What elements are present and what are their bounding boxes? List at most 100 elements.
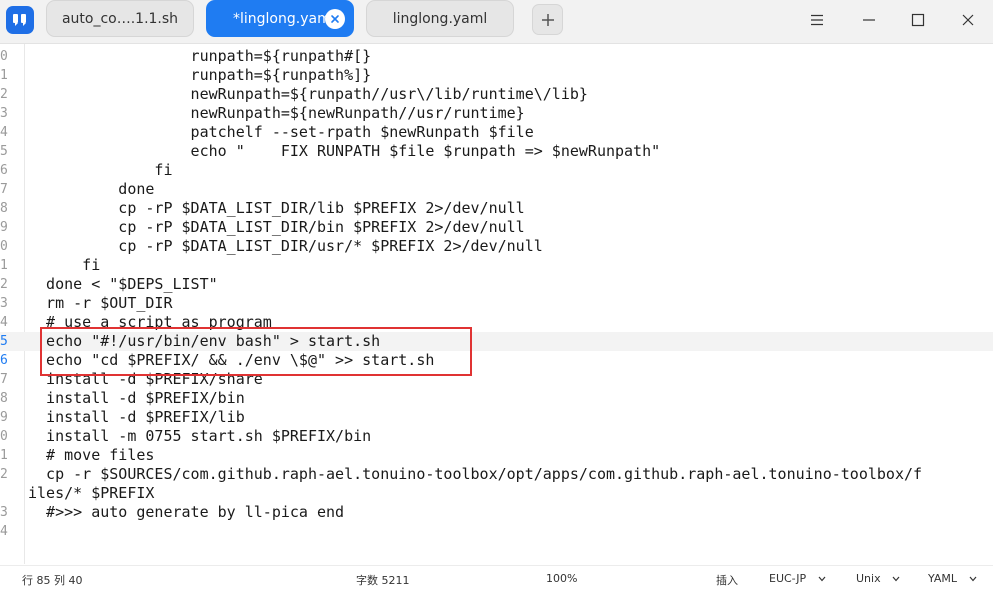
line-number: 5 [0, 144, 8, 159]
code-line[interactable]: 2 done < "$DEPS_LIST" [0, 275, 993, 294]
tab-label: linglong.yaml [392, 10, 488, 27]
line-text: fi [28, 161, 173, 179]
tab-auto-conv[interactable]: auto_co….1.1.sh [46, 0, 194, 37]
tab-linglong-yaml-modified[interactable]: *linglong.yaml [206, 0, 354, 37]
line-text: fi [28, 256, 101, 274]
line-number: 0 [0, 429, 8, 444]
code-line[interactable]: 2 newRunpath=${runpath//usr\/lib/runtime… [0, 85, 993, 104]
line-text: install -d $PREFIX/share [28, 370, 263, 388]
code-line[interactable]: 3 rm -r $OUT_DIR [0, 294, 993, 313]
line-text: echo "cd $PREFIX/ && ./env \$@" >> start… [28, 351, 435, 369]
line-number: 7 [0, 182, 8, 197]
line-text: done < "$DEPS_LIST" [28, 275, 218, 293]
status-bar: 行 85 列 40 字数 5211 100% 插入 EUC-JP Unix YA… [0, 565, 993, 590]
code-line[interactable]: 0 install -m 0755 start.sh $PREFIX/bin [0, 427, 993, 446]
close-icon [962, 14, 974, 26]
app-icon [6, 6, 34, 34]
line-number: 2 [0, 87, 8, 102]
close-window-button[interactable] [955, 8, 981, 32]
line-number: 0 [0, 239, 8, 254]
line-text: cp -rP $DATA_LIST_DIR/bin $PREFIX 2>/dev… [28, 218, 525, 236]
line-ending-label: Unix [856, 572, 881, 585]
line-number: 3 [0, 106, 8, 121]
code-line[interactable]: 4 patchelf --set-rpath $newRunpath $file [0, 123, 993, 142]
maximize-button[interactable] [905, 8, 931, 32]
line-number: 2 [0, 467, 8, 482]
line-number: 6 [0, 163, 8, 178]
code-line[interactable]: iles/* $PREFIX [0, 484, 993, 503]
line-text: install -d $PREFIX/lib [28, 408, 245, 426]
chevron-down-icon [818, 576, 826, 582]
language-select[interactable]: YAML [928, 572, 977, 585]
line-text: install -m 0755 start.sh $PREFIX/bin [28, 427, 372, 445]
maximize-icon [911, 13, 925, 27]
line-text: newRunpath=${runpath//usr\/lib/runtime\/… [28, 85, 588, 103]
code-line[interactable]: 0 cp -rP $DATA_LIST_DIR/usr/* $PREFIX 2>… [0, 237, 993, 256]
code-line[interactable]: 2 cp -r $SOURCES/com.github.raph-ael.ton… [0, 465, 993, 484]
minimize-button[interactable] [856, 8, 882, 32]
code-line[interactable]: 1 # move files [0, 446, 993, 465]
line-text: cp -r $SOURCES/com.github.raph-ael.tonui… [28, 465, 923, 483]
code-line[interactable]: 8 cp -rP $DATA_LIST_DIR/lib $PREFIX 2>/d… [0, 199, 993, 218]
line-number: 6 [0, 353, 8, 368]
line-text: #>>> auto generate by ll-pica end [28, 503, 345, 521]
language-label: YAML [928, 572, 958, 585]
line-number: 2 [0, 277, 8, 292]
code-line[interactable]: 0 runpath=${runpath#[} [0, 47, 993, 66]
chevron-down-icon [969, 576, 976, 582]
close-tab-icon[interactable] [325, 9, 345, 29]
line-number: 4 [0, 524, 8, 539]
code-line[interactable]: 7 install -d $PREFIX/share [0, 370, 993, 389]
add-tab-button[interactable] [532, 4, 563, 35]
line-text: # move files [28, 446, 155, 464]
code-line[interactable]: 5 echo "#!/usr/bin/env bash" > start.sh [0, 332, 993, 351]
code-line[interactable]: 5 echo " FIX RUNPATH $file $runpath => $… [0, 142, 993, 161]
code-line[interactable]: 4 # use a script as program [0, 313, 993, 332]
line-text: echo " FIX RUNPATH $file $runpath => $ne… [28, 142, 661, 160]
tab-label: auto_co….1.1.sh [61, 10, 179, 27]
line-text: rm -r $OUT_DIR [28, 294, 173, 312]
line-text: newRunpath=${newRunpath//usr/runtime} [28, 104, 525, 122]
line-text: runpath=${runpath#[} [28, 47, 372, 65]
line-text: runpath=${runpath%]} [28, 66, 372, 84]
hamburger-icon [811, 14, 823, 26]
line-number: 1 [0, 68, 8, 83]
tab-label: *linglong.yaml [233, 10, 335, 27]
char-count: 字数 5211 [356, 574, 410, 587]
menu-button[interactable] [804, 8, 830, 32]
code-line[interactable]: 9 install -d $PREFIX/lib [0, 408, 993, 427]
code-line[interactable]: 3 #>>> auto generate by ll-pica end [0, 503, 993, 522]
line-text: done [28, 180, 155, 198]
line-number: 4 [0, 125, 8, 140]
cursor-position: 行 85 列 40 [22, 574, 83, 587]
title-bar: auto_co….1.1.sh *linglong.yaml linglong.… [0, 0, 993, 44]
text-editor[interactable]: 0 runpath=${runpath#[} 1 runpath=${runpat… [0, 44, 993, 564]
code-line[interactable]: 6 echo "cd $PREFIX/ && ./env \$@" >> sta… [0, 351, 993, 370]
line-number: 1 [0, 448, 8, 463]
code-line[interactable]: 7 done [0, 180, 993, 199]
line-ending-select[interactable]: Unix [856, 572, 900, 585]
chevron-down-icon [892, 576, 900, 582]
line-number: 8 [0, 391, 8, 406]
insert-mode[interactable]: 插入 [716, 572, 738, 588]
code-line[interactable]: 9 cp -rP $DATA_LIST_DIR/bin $PREFIX 2>/d… [0, 218, 993, 237]
line-number: 9 [0, 220, 8, 235]
code-line[interactable]: 6 fi [0, 161, 993, 180]
line-number: 7 [0, 372, 8, 387]
zoom-level[interactable]: 100% [546, 572, 577, 585]
line-number: 3 [0, 296, 8, 311]
line-text: cp -rP $DATA_LIST_DIR/usr/* $PREFIX 2>/d… [28, 237, 543, 255]
code-line[interactable]: 4 [0, 522, 993, 541]
line-number: 3 [0, 505, 8, 520]
line-text: iles/* $PREFIX [28, 484, 155, 502]
tab-linglong-yaml[interactable]: linglong.yaml [366, 0, 514, 37]
code-line[interactable]: 3 newRunpath=${newRunpath//usr/runtime} [0, 104, 993, 123]
line-text: echo "#!/usr/bin/env bash" > start.sh [28, 332, 381, 350]
encoding-select[interactable]: EUC-JP [769, 572, 826, 585]
line-number: 9 [0, 410, 8, 425]
minimize-icon [863, 19, 875, 21]
code-line[interactable]: 1 fi [0, 256, 993, 275]
code-line[interactable]: 1 runpath=${runpath%]} [0, 66, 993, 85]
code-line[interactable]: 8 install -d $PREFIX/bin [0, 389, 993, 408]
line-number: 0 [0, 49, 8, 64]
